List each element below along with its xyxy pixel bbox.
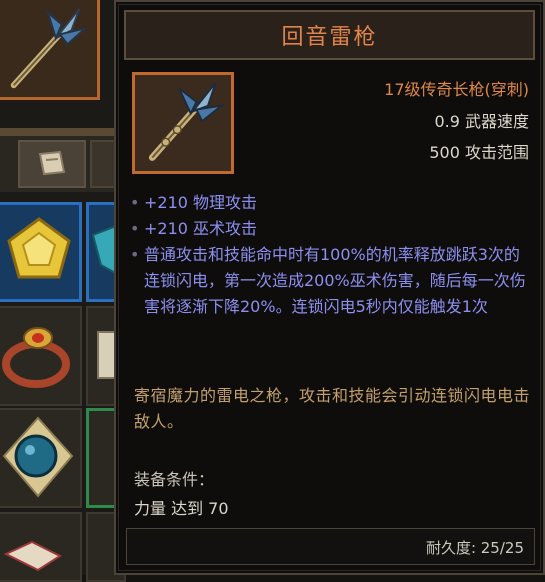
inventory-slot-topaz[interactable]	[0, 202, 82, 302]
inventory-slot-equipped-spear[interactable]	[0, 0, 100, 100]
orb-icon	[2, 416, 74, 498]
inventory-divider	[0, 128, 120, 136]
durability-bar: 耐久度: 25/25	[126, 528, 535, 565]
item-name: 回音雷枪	[281, 25, 378, 50]
trident-spear-icon	[10, 8, 86, 89]
ring-icon	[2, 327, 70, 388]
affix-text: +210 巫术攻击	[144, 219, 258, 238]
bullet-icon: •	[130, 193, 140, 212]
attack-range-line: 500 攻击范围	[429, 143, 529, 162]
affix-text: 普通攻击和技能命中时有100%的机率释放跳跃3次的连锁闪电，第一次造成200%巫…	[144, 245, 526, 316]
bullet-icon: •	[130, 219, 140, 238]
affix-item: • 普通攻击和技能命中时有100%的机率释放跳跃3次的连锁闪电，第一次造成200…	[130, 242, 528, 320]
flavor-text: 寄宿魔力的雷电之枪，攻击和技能会引动连锁闪电电击敌人。	[134, 386, 531, 431]
inventory-slot-orb[interactable]	[0, 408, 82, 508]
inventory-slot-map[interactable]	[0, 512, 82, 582]
topaz-gem-icon	[7, 217, 71, 279]
affix-item: • +210 物理攻击	[130, 190, 528, 216]
requirement-value: 力量 达到 70	[134, 499, 229, 518]
trident-spear-icon	[148, 82, 225, 161]
durability-text: 耐久度: 25/25	[425, 539, 524, 557]
inventory-slot-ring[interactable]	[0, 306, 82, 406]
affix-text: +210 物理攻击	[144, 193, 258, 212]
weapon-speed-line: 0.9 武器速度	[434, 112, 529, 131]
affix-item: • +210 巫术攻击	[130, 216, 528, 242]
map-icon	[3, 540, 63, 572]
tooltip-title-bar: 回音雷枪	[124, 10, 535, 60]
item-portrait	[132, 72, 234, 174]
inventory-panel	[0, 0, 126, 582]
bullet-icon: •	[130, 245, 140, 264]
card-icon	[38, 150, 66, 176]
item-type-line: 17级传奇长枪(穿刺)	[384, 80, 529, 99]
requirement-label: 装备条件：	[134, 470, 215, 489]
affix-list: • +210 物理攻击 • +210 巫术攻击 • 普通攻击和技能命中时有100…	[130, 190, 528, 320]
item-tooltip: 回音雷枪 17级传奇长枪(穿刺) 0.9 武器速度 500 攻击范围 • +21…	[114, 0, 545, 575]
inventory-tab-category[interactable]	[18, 140, 86, 188]
